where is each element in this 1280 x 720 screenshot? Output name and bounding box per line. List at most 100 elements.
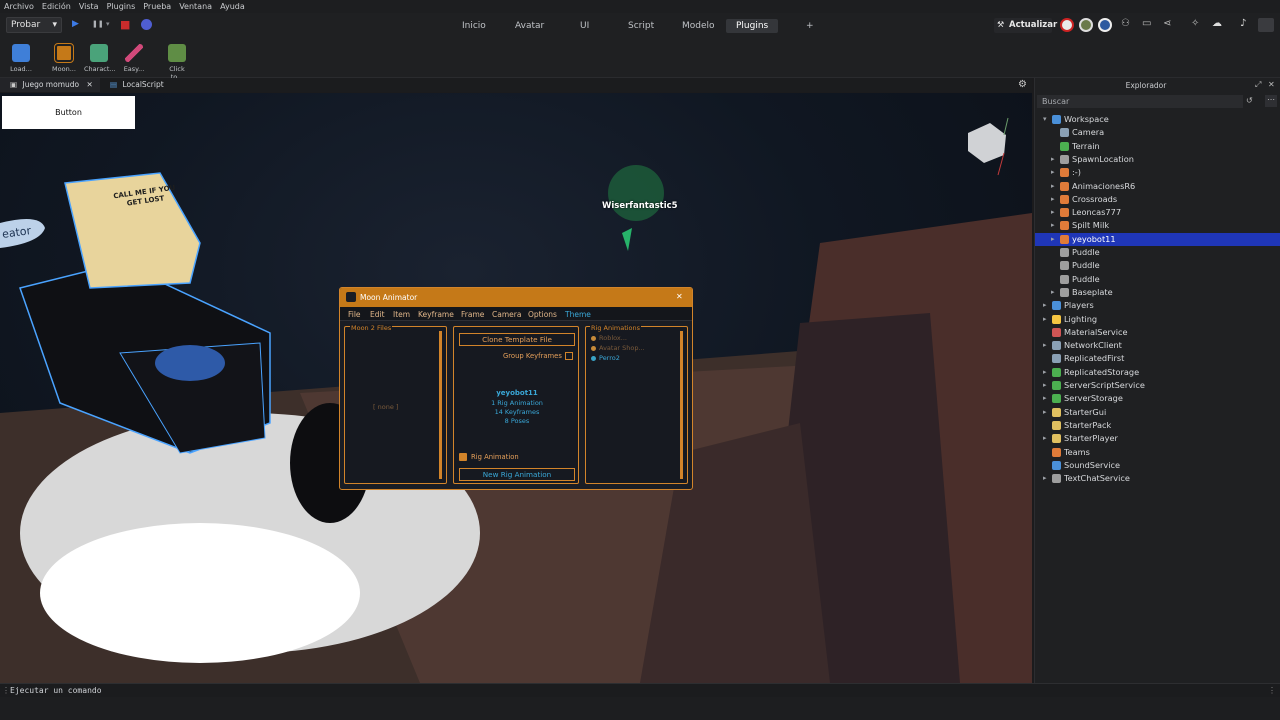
explorer-item[interactable]: ▸ Lighting <box>1035 313 1280 326</box>
tool-load[interactable]: Load... <box>6 42 36 76</box>
gear-icon[interactable]: ⚙ <box>1018 79 1027 90</box>
tool-easy[interactable]: Easy... <box>119 42 149 76</box>
tool-click[interactable]: Click to... <box>162 42 192 81</box>
menu-prueba[interactable]: Prueba <box>143 2 171 11</box>
rig-anims-scrollbar[interactable] <box>680 331 683 479</box>
moon-menu-camera[interactable]: Camera <box>492 310 521 319</box>
collab-avatar-2[interactable] <box>1079 18 1093 32</box>
chevron-right-icon[interactable]: ▸ <box>1043 366 1047 379</box>
explorer-search-input[interactable]: Buscar <box>1037 95 1243 108</box>
explorer-item[interactable]: SoundService <box>1035 459 1280 472</box>
pause-icon[interactable]: ❚❚ <box>92 20 104 28</box>
explorer-item[interactable]: ▸ Spilt Milk <box>1035 219 1280 232</box>
explorer-item[interactable]: ▸ yeyobot11 <box>1035 232 1280 246</box>
popout-icon[interactable]: ⤢ <box>1255 80 1261 90</box>
tool-moon[interactable]: Moon... <box>49 42 79 76</box>
tab-ui[interactable]: UI <box>570 19 599 33</box>
more-icon[interactable]: ⋯ <box>1265 95 1277 107</box>
new-rig-animation-button[interactable]: New Rig Animation <box>459 468 575 481</box>
explorer-item[interactable]: Camera <box>1035 126 1280 139</box>
rig-anim-item[interactable]: Perro2 <box>591 354 671 363</box>
rig-animation-checkbox[interactable] <box>459 453 467 461</box>
explorer-item[interactable]: MaterialService <box>1035 326 1280 339</box>
rig-anim-item[interactable]: Roblox... <box>591 334 671 343</box>
group-keyframes-checkbox[interactable] <box>565 352 573 360</box>
moon-menu-keyframe[interactable]: Keyframe <box>418 310 454 319</box>
moon-menu-file[interactable]: File <box>348 310 361 319</box>
explorer-item[interactable]: Puddle <box>1035 259 1280 272</box>
person-add-icon[interactable]: ⚇ <box>1121 18 1130 29</box>
stop-all-icon[interactable] <box>141 19 152 30</box>
moon-menu-theme[interactable]: Theme <box>565 310 591 319</box>
update-button[interactable]: ⚒ Actualizar <box>994 18 1057 33</box>
tab-inicio[interactable]: Inicio <box>452 19 496 33</box>
moon-titlebar[interactable]: Moon Animator ✕ <box>340 288 692 307</box>
stop-icon[interactable]: ■ <box>120 18 130 31</box>
explorer-item[interactable]: ▸ ReplicatedStorage <box>1035 366 1280 379</box>
explorer-item[interactable]: ▸ NetworkClient <box>1035 339 1280 352</box>
explorer-item[interactable]: ▸ Baseplate <box>1035 286 1280 299</box>
menu-ventana[interactable]: Ventana <box>179 2 212 11</box>
chevron-right-icon[interactable]: ▸ <box>1043 339 1047 352</box>
explorer-item[interactable]: StarterPack <box>1035 419 1280 432</box>
command-bar[interactable]: ⋮ Ejecutar un comando ⋮ <box>0 683 1280 697</box>
files-scrollbar[interactable] <box>439 331 442 479</box>
cloud-icon[interactable]: ☁ <box>1212 18 1222 29</box>
chevron-right-icon[interactable]: ▸ <box>1051 206 1055 219</box>
chevron-right-icon[interactable]: ▸ <box>1043 379 1047 392</box>
close-icon[interactable]: ✕ <box>1268 80 1275 89</box>
chevron-right-icon[interactable]: ▸ <box>1051 153 1055 166</box>
explorer-item[interactable]: ▸ Crossroads <box>1035 193 1280 206</box>
chevron-right-icon[interactable]: ▸ <box>1051 166 1055 179</box>
tab-avatar[interactable]: Avatar <box>505 19 554 33</box>
menu-vista[interactable]: Vista <box>79 2 99 11</box>
chevron-right-icon[interactable]: ▸ <box>1051 233 1055 246</box>
tab-modelo[interactable]: Modelo <box>672 19 725 33</box>
chevron-right-icon[interactable]: ▸ <box>1043 432 1047 445</box>
tab-plugins[interactable]: Plugins <box>726 19 779 33</box>
explorer-item[interactable]: ▸ StarterPlayer <box>1035 432 1280 445</box>
explorer-item[interactable]: ▸ Leoncas777 <box>1035 206 1280 219</box>
collab-avatar-3[interactable] <box>1098 18 1112 32</box>
explorer-item[interactable]: ▸ ServerStorage <box>1035 392 1280 405</box>
clone-template-button[interactable]: Clone Template File <box>459 333 575 346</box>
menu-archivo[interactable]: Archivo <box>4 2 34 11</box>
profile-icon[interactable] <box>1258 18 1274 32</box>
rig-anim-item[interactable]: Avatar Shop... <box>591 344 671 353</box>
gui-button[interactable]: Button <box>2 96 135 129</box>
chevron-down-icon[interactable]: ▾ <box>106 20 110 28</box>
chevron-right-icon[interactable]: ▸ <box>1043 392 1047 405</box>
explorer-item[interactable]: Puddle <box>1035 246 1280 259</box>
tab-script[interactable]: Script <box>618 19 664 33</box>
tab-add[interactable]: + <box>796 19 824 33</box>
chevron-right-icon[interactable]: ▸ <box>1051 219 1055 232</box>
chevron-right-icon[interactable]: ▸ <box>1051 286 1055 299</box>
history-icon[interactable]: ↺ <box>1246 96 1253 105</box>
explorer-item[interactable]: ▸ SpawnLocation <box>1035 153 1280 166</box>
tool-character[interactable]: Charact... <box>84 42 116 76</box>
close-icon[interactable]: ✕ <box>676 292 683 301</box>
chat-icon[interactable]: ▭ <box>1142 18 1151 29</box>
menu-ayuda[interactable]: Ayuda <box>220 2 245 11</box>
menu-plugins[interactable]: Plugins <box>107 2 136 11</box>
doc-tab-place[interactable]: ▣ Juego momudo ✕ <box>0 78 100 92</box>
sparkle-icon[interactable]: ✧ <box>1191 18 1199 29</box>
explorer-item[interactable]: ▸ ServerScriptService <box>1035 379 1280 392</box>
explorer-item[interactable]: Terrain <box>1035 140 1280 153</box>
chevron-right-icon[interactable]: ▸ <box>1043 313 1047 326</box>
explorer-item[interactable]: ▸:-) <box>1035 166 1280 179</box>
explorer-item[interactable]: Puddle <box>1035 273 1280 286</box>
explorer-item[interactable]: ▾ Workspace <box>1035 113 1280 126</box>
explorer-item[interactable]: ▸ AnimacionesR6 <box>1035 180 1280 193</box>
explorer-item[interactable]: ▸ StarterGui <box>1035 406 1280 419</box>
play-icon[interactable]: ▶ <box>72 19 79 29</box>
explorer-item[interactable]: Teams <box>1035 446 1280 459</box>
close-icon[interactable]: ✕ <box>87 80 93 89</box>
doc-tab-script[interactable]: ▤ LocalScript ✕ <box>100 78 172 103</box>
explorer-item[interactable]: ▸ Players <box>1035 299 1280 312</box>
moon-menu-frame[interactable]: Frame <box>461 310 484 319</box>
probar-dropdown[interactable]: Probar ▾ <box>6 17 62 33</box>
chevron-down-icon[interactable]: ▾ <box>1043 113 1047 126</box>
explorer-item[interactable]: ReplicatedFirst <box>1035 352 1280 365</box>
moon-menu-item[interactable]: Item <box>393 310 410 319</box>
